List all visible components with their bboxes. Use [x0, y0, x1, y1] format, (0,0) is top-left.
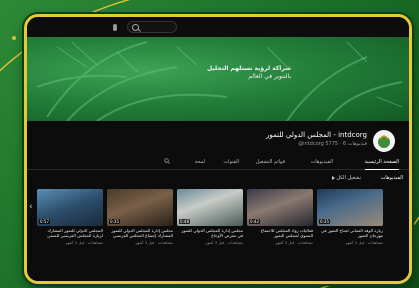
- video-thumbnail[interactable]: 0:57: [37, 189, 103, 226]
- video-title[interactable]: مجلس إدارة المجلس الدولي للتمور في معرض …: [177, 228, 243, 239]
- video-duration: 0:42: [249, 219, 260, 224]
- channel-banner: شراكة لرؤية تستلهم التحليل بالتنوير في ا…: [27, 37, 409, 121]
- play-icon: [331, 175, 335, 180]
- video-thumbnail[interactable]: 0:35: [107, 189, 173, 226]
- video-thumbnail[interactable]: 0:42: [247, 189, 313, 226]
- channel-search-icon[interactable]: [164, 158, 170, 164]
- tablet-screen: شراكة لرؤية تستلهم التحليل بالتنوير في ا…: [24, 14, 412, 284]
- top-bar: [27, 17, 409, 37]
- video-duration: 0:57: [39, 219, 50, 224]
- video-thumbnail[interactable]: 0:35: [317, 189, 383, 226]
- video-title[interactable]: مجلس إدارة المجلس الدولي للتمور المشارك …: [107, 228, 173, 239]
- avatar[interactable]: [373, 130, 395, 152]
- bottom-bar: [27, 271, 409, 281]
- video-meta: مشاهدات · قبل 3 أشهر: [345, 240, 383, 245]
- video-card[interactable]: 0:35 مجلس إدارة المجلس الدولي للتمور الم…: [107, 189, 173, 245]
- tab-videos[interactable]: الفيديوهات: [311, 159, 333, 165]
- video-duration: 0:35: [319, 219, 330, 224]
- video-card[interactable]: 0:57 المجلس الدولي للتمور المشارك لزيارة…: [37, 189, 103, 245]
- video-card[interactable]: 0:42 فعاليات رواد المجلس للاجتماع السنوي…: [247, 189, 313, 245]
- banner-line-1: شراكة لرؤية تستلهم التحليل: [207, 65, 291, 72]
- channel-header: المجلس الدولي للتمور - intdcorg @intdcor…: [27, 121, 409, 155]
- mic-icon[interactable]: [113, 23, 117, 31]
- banner-line-2: بالتنوير في العالم: [248, 73, 291, 80]
- tab-home[interactable]: الصفحة الرئيسية: [365, 159, 400, 165]
- tab-about[interactable]: لمحة: [195, 159, 205, 165]
- video-meta: مشاهدات · قبل 3 أشهر: [135, 240, 173, 245]
- play-all-button[interactable]: تشغيل الكل: [330, 175, 361, 181]
- video-card[interactable]: 0:48 مجلس إدارة المجلس الدولي للتمور في …: [177, 189, 243, 245]
- video-duration: 0:35: [109, 219, 120, 224]
- search-icon: [132, 23, 139, 31]
- banner-text: شراكة لرؤية تستلهم التحليل بالتنوير في ا…: [201, 65, 291, 81]
- video-thumbnail[interactable]: 0:48: [177, 189, 243, 226]
- section-title[interactable]: الفيديوهات: [381, 175, 403, 181]
- video-duration: 0:48: [179, 219, 190, 224]
- search-input[interactable]: [127, 21, 177, 33]
- active-tab-underline: [365, 169, 399, 170]
- tab-channels[interactable]: القنوات: [223, 159, 239, 165]
- play-all-label: تشغيل الكل: [336, 175, 361, 181]
- channel-tabs: الصفحة الرئيسية الفيديوهات قوائم التشغيل…: [27, 155, 409, 170]
- tab-playlists[interactable]: قوائم التشغيل: [256, 159, 285, 165]
- videos-section-header: الفيديوهات تشغيل الكل: [27, 173, 409, 185]
- video-meta: مشاهدات · قبل 3 أشهر: [65, 240, 103, 245]
- video-card[interactable]: 0:35 زيارة الوفد العماني لجناح التمور في…: [317, 189, 383, 245]
- video-title[interactable]: زيارة الوفد العماني لجناح التمور في مهرج…: [317, 228, 383, 239]
- channel-logo-icon: [374, 131, 394, 151]
- video-meta: مشاهدات · قبل 3 أشهر: [275, 240, 313, 245]
- scroll-left-arrow[interactable]: ‹: [29, 201, 36, 213]
- channel-name: المجلس الدولي للتمور - intdcorg: [266, 131, 367, 139]
- videos-shelf: 0:57 المجلس الدولي للتمور المشارك لزيارة…: [37, 189, 397, 259]
- channel-meta: @intdcorg 5775 · 6 فيديوهات: [298, 141, 367, 147]
- video-title[interactable]: فعاليات رواد المجلس للاجتماع السنوي لمجل…: [247, 228, 313, 239]
- video-title[interactable]: المجلس الدولي للتمور المشارك لزيارة المج…: [37, 228, 103, 239]
- video-meta: مشاهدات · قبل 3 أشهر: [205, 240, 243, 245]
